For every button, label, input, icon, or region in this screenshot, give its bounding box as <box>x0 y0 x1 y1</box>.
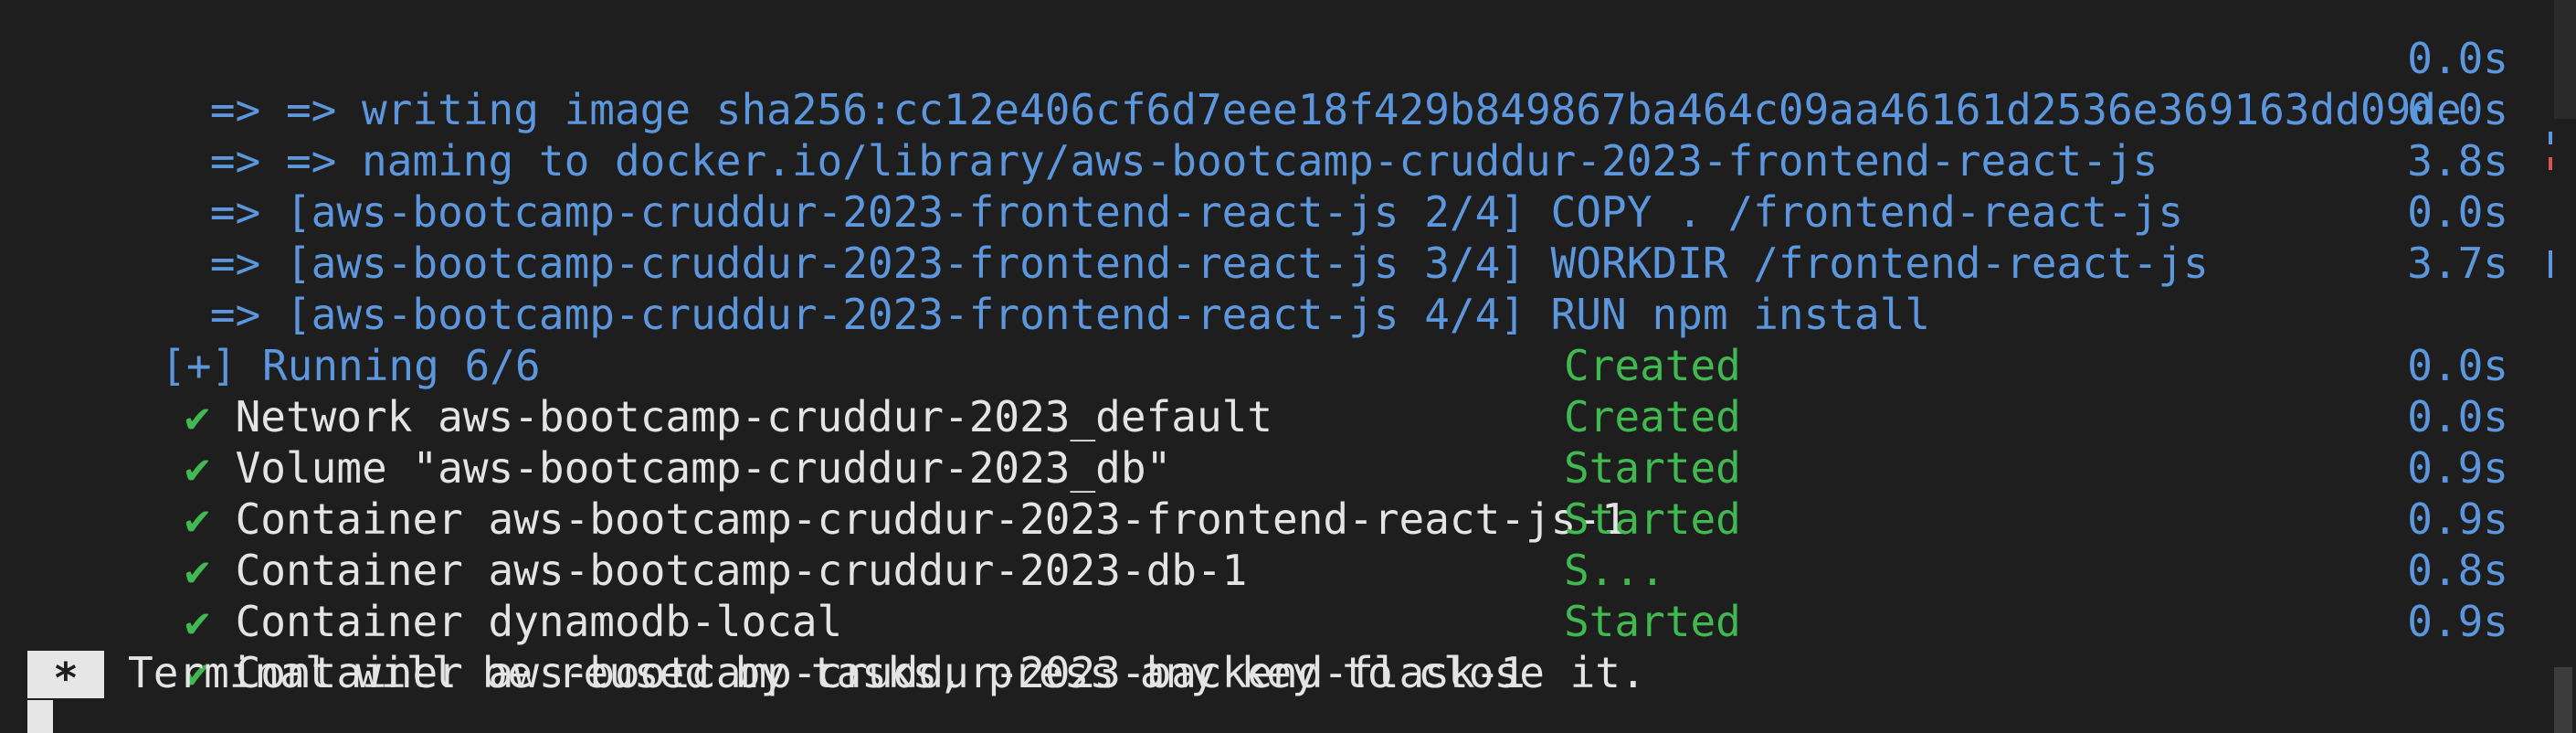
resource-time: 0.9s <box>2407 494 2508 544</box>
reuse-prompt: * Terminal will be reused by tasks, pres… <box>27 647 2508 703</box>
resource-time: 0.0s <box>2407 341 2508 390</box>
build-line: => => writing image sha256:cc12e406cf6d7… <box>33 33 2508 134</box>
terminal-panel[interactable]: => => writing image sha256:cc12e406cf6d7… <box>0 0 2576 733</box>
build-line-time: 0.0s <box>2407 187 2508 237</box>
resource-time: 0.0s <box>2407 392 2508 441</box>
build-line-time: 0.0s <box>2407 85 2508 134</box>
resource-time: 0.9s <box>2407 597 2508 646</box>
resource-status: Created <box>1564 392 1741 441</box>
resource-status: Started <box>1564 443 1741 493</box>
build-line-time: 3.8s <box>2407 136 2508 186</box>
scrollbar-thumb[interactable] <box>2554 667 2572 733</box>
resource-time: 0.8s <box>2407 546 2508 595</box>
resource-line: ✔ Container aws-bootcamp-cruddur-2023-ba… <box>33 596 2508 697</box>
build-line: => [aws-bootcamp-cruddur-2023-frontend-r… <box>33 186 2508 288</box>
reuse-prompt-text: Terminal will be reused by tasks, press … <box>128 648 1646 697</box>
resource-line: ✔ Container aws-bootcamp-cruddur-2023-db… <box>33 494 2508 595</box>
scrollbar-track-top <box>2554 0 2576 119</box>
resource-status: S... <box>1564 546 1665 595</box>
asterisk-icon: * <box>27 651 104 703</box>
resource-status: Started <box>1564 494 1741 544</box>
resource-line: ✔ Network aws-bootcamp-cruddur-2023_defa… <box>33 340 2508 441</box>
scroll-marker <box>2549 157 2552 170</box>
scroll-marker <box>2549 132 2552 144</box>
scroll-marker <box>2549 250 2552 278</box>
resource-line: ✔ Container aws-bootcamp-cruddur-2023-fr… <box>33 442 2508 544</box>
terminal-scrollbar[interactable] <box>2536 0 2576 733</box>
resource-status: Started <box>1564 597 1741 646</box>
resource-line: ✔ Volume "aws-bootcamp-cruddur-2023_db" … <box>33 391 2508 493</box>
resource-status: Created <box>1564 341 1741 390</box>
build-line: => [aws-bootcamp-cruddur-2023-frontend-r… <box>33 135 2508 237</box>
terminal-output: => => writing image sha256:cc12e406cf6d7… <box>27 33 2508 703</box>
build-line: => [aws-bootcamp-cruddur-2023-frontend-r… <box>33 238 2508 339</box>
running-header: [+] Running 6/6 <box>9 289 2508 390</box>
resource-line: ✔ Container dynamodb-local S... 0.8s <box>33 545 2508 646</box>
build-line-time: 3.7s <box>2407 239 2508 288</box>
build-line: => => naming to docker.io/library/aws-bo… <box>33 84 2508 186</box>
terminal-cursor <box>27 700 53 733</box>
build-line-time: 0.0s <box>2407 34 2508 83</box>
resource-time: 0.9s <box>2407 443 2508 493</box>
